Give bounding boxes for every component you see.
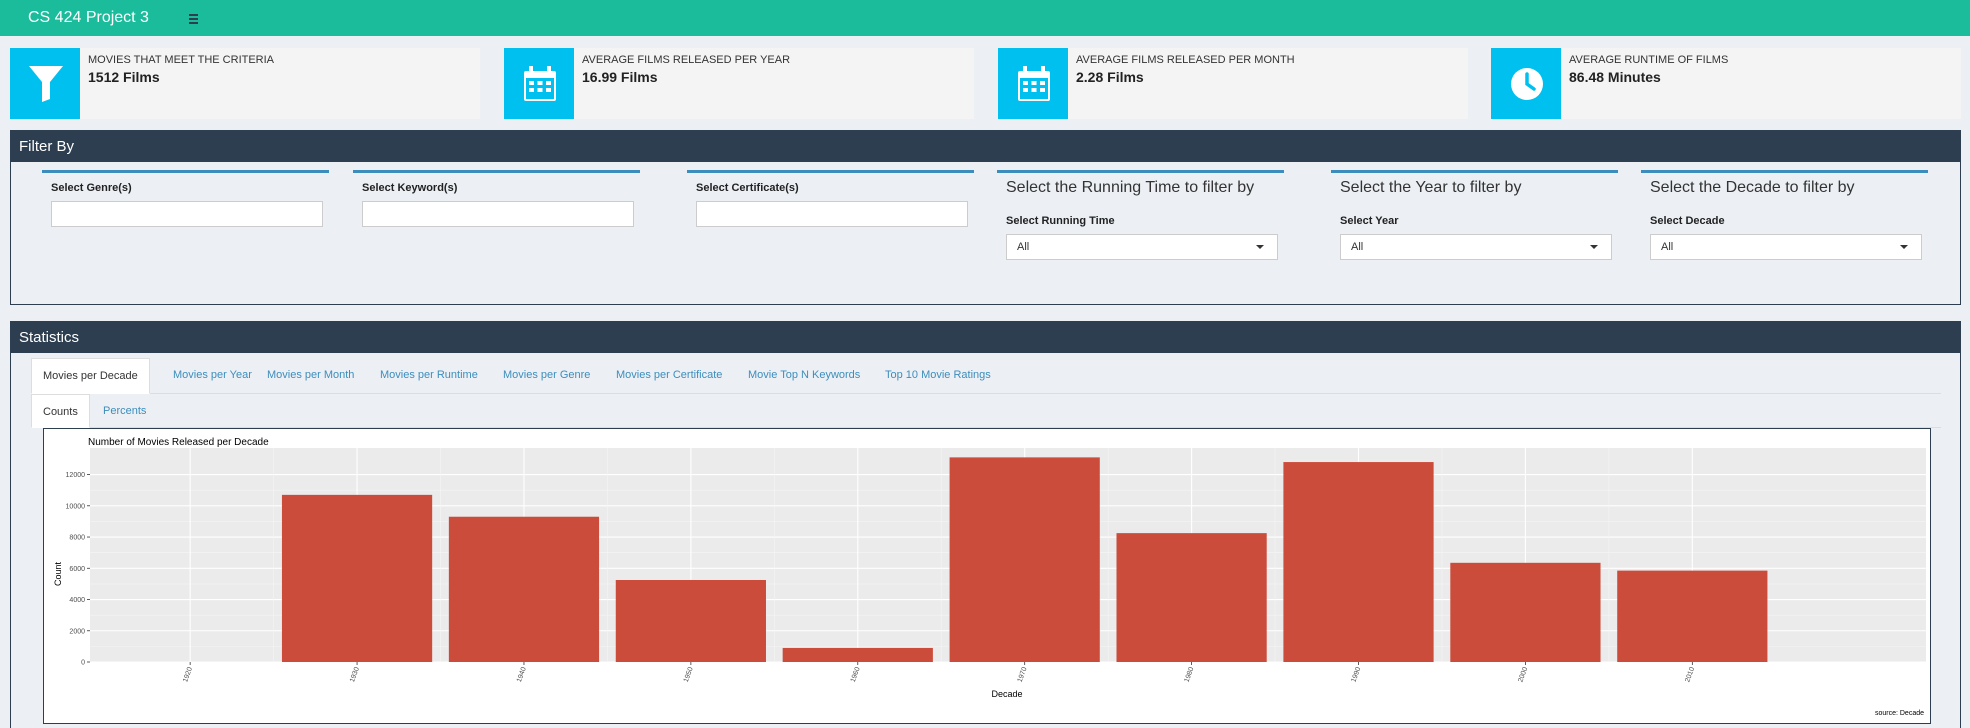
info-box-value: 1512 Films bbox=[88, 69, 160, 85]
bar-1950 bbox=[615, 579, 766, 662]
app-title: CS 424 Project 3 bbox=[28, 9, 149, 26]
keyword-label: Select Keyword(s) bbox=[362, 182, 458, 194]
caret-down-icon bbox=[1590, 245, 1598, 249]
y-tick-label: 8000 bbox=[69, 535, 85, 542]
statistics-tabs: Movies per Decade Movies per Year Movies… bbox=[31, 358, 1941, 394]
statistics-subtabs: Counts Percents bbox=[31, 394, 1941, 428]
decade-chart-svg: 0 2000 4000 6000 8000 10000 12000 1920 1930 1940 1… bbox=[53, 437, 1926, 717]
statistics-panel-header: Statistics bbox=[11, 322, 1960, 353]
decade-label: Select Decade bbox=[1650, 215, 1725, 227]
tab-movies-per-runtime[interactable]: Movies per Runtime bbox=[380, 358, 478, 394]
filter-panel-header: Filter By bbox=[11, 131, 1960, 162]
certificate-filter: Select Certificate(s) bbox=[687, 170, 974, 260]
x-tick-label: 1970 bbox=[1017, 666, 1029, 683]
clock-icon bbox=[1491, 48, 1561, 119]
year-select-value: All bbox=[1351, 241, 1364, 253]
chart-caption: source: Decade bbox=[1875, 710, 1924, 717]
x-axis-title: Decade bbox=[991, 689, 1022, 699]
bar-1940 bbox=[448, 516, 600, 662]
tab-top-10-movie-ratings[interactable]: Top 10 Movie Ratings bbox=[885, 358, 991, 394]
caret-down-icon bbox=[1900, 245, 1908, 249]
y-tick-label: 0 bbox=[81, 660, 85, 667]
tab-movies-per-month[interactable]: Movies per Month bbox=[267, 358, 354, 394]
tab-counts[interactable]: Counts bbox=[31, 394, 90, 428]
info-box-label: MOVIES THAT MEET THE CRITERIA bbox=[88, 54, 275, 66]
caret-down-icon bbox=[1256, 245, 1264, 249]
y-tick-label: 4000 bbox=[69, 597, 85, 604]
info-box-average-runtime: AVERAGE RUNTIME OF FILMS 86.48 Minutes bbox=[1491, 48, 1961, 119]
bar-1930 bbox=[281, 494, 433, 662]
info-box-label: AVERAGE FILMS RELEASED PER MONTH bbox=[1076, 54, 1295, 66]
y-tick-label: 12000 bbox=[66, 472, 86, 479]
tab-movies-per-genre[interactable]: Movies per Genre bbox=[503, 358, 590, 394]
filter-icon bbox=[10, 48, 80, 119]
info-box-value: 16.99 Films bbox=[582, 69, 658, 85]
runtime-select-value: All bbox=[1017, 241, 1030, 253]
x-tick-label: 1960 bbox=[850, 666, 862, 683]
keyword-filter: Select Keyword(s) bbox=[353, 170, 640, 260]
runtime-heading: Select the Running Time to filter by bbox=[1006, 179, 1255, 196]
filter-panel-title: Filter By bbox=[19, 138, 75, 155]
x-tick-label: 1980 bbox=[1184, 666, 1196, 683]
decade-select[interactable]: All bbox=[1650, 234, 1922, 260]
x-tick-label: 1920 bbox=[182, 666, 194, 683]
decade-heading: Select the Decade to filter by bbox=[1650, 179, 1855, 196]
statistics-panel: Statistics Movies per Decade Movies per … bbox=[10, 321, 1961, 728]
x-tick-label: 2000 bbox=[1517, 666, 1529, 683]
genre-filter: Select Genre(s) bbox=[42, 170, 329, 260]
y-tick-label: 10000 bbox=[66, 503, 86, 510]
genre-input[interactable] bbox=[51, 201, 323, 227]
x-tick-label: 2010 bbox=[1684, 666, 1696, 683]
chart-title: Number of Movies Released per Decade bbox=[88, 437, 269, 448]
info-box-value: 2.28 Films bbox=[1076, 69, 1144, 85]
bar-2000 bbox=[1450, 562, 1601, 662]
bar-1980 bbox=[1116, 533, 1267, 662]
bar-1970 bbox=[949, 457, 1100, 662]
x-tick-label: 1940 bbox=[516, 666, 528, 683]
y-tick-label: 2000 bbox=[69, 628, 85, 635]
hamburger-icon[interactable] bbox=[187, 8, 201, 28]
calendar-icon bbox=[504, 48, 574, 119]
tab-movies-per-certificate[interactable]: Movies per Certificate bbox=[616, 358, 722, 394]
runtime-select[interactable]: All bbox=[1006, 234, 1278, 260]
info-box-label: AVERAGE FILMS RELEASED PER YEAR bbox=[582, 54, 791, 66]
decade-select-value: All bbox=[1661, 241, 1674, 253]
tab-movie-top-n-keywords[interactable]: Movie Top N Keywords bbox=[748, 358, 860, 394]
top-navbar: CS 424 Project 3 bbox=[0, 0, 1970, 36]
tab-movies-per-decade[interactable]: Movies per Decade bbox=[31, 358, 150, 394]
bar-1990 bbox=[1283, 462, 1434, 662]
runtime-filter: Select the Running Time to filter by Sel… bbox=[997, 170, 1284, 260]
tab-percents[interactable]: Percents bbox=[103, 394, 146, 428]
info-box-value: 86.48 Minutes bbox=[1569, 69, 1661, 85]
year-heading: Select the Year to filter by bbox=[1340, 179, 1522, 196]
info-box-films-per-year: AVERAGE FILMS RELEASED PER YEAR 16.99 Fi… bbox=[504, 48, 974, 119]
y-tick-label: 6000 bbox=[69, 566, 85, 573]
info-box-movies-criteria: MOVIES THAT MEET THE CRITERIA 1512 Films bbox=[10, 48, 480, 119]
runtime-label: Select Running Time bbox=[1006, 215, 1115, 227]
filter-panel: Filter By Select Genre(s) Select Keyword… bbox=[10, 130, 1961, 305]
calendar-icon bbox=[998, 48, 1068, 119]
statistics-panel-title: Statistics bbox=[19, 329, 80, 346]
x-tick-label: 1990 bbox=[1350, 666, 1362, 683]
bar-2010 bbox=[1617, 570, 1768, 662]
info-box-films-per-month: AVERAGE FILMS RELEASED PER MONTH 2.28 Fi… bbox=[998, 48, 1468, 119]
info-box-label: AVERAGE RUNTIME OF FILMS bbox=[1569, 54, 1729, 66]
certificate-label: Select Certificate(s) bbox=[696, 182, 799, 194]
bar-1960 bbox=[782, 647, 933, 662]
x-tick-label: 1950 bbox=[683, 666, 695, 683]
year-label: Select Year bbox=[1340, 215, 1399, 227]
decade-chart: 0 2000 4000 6000 8000 10000 12000 1920 1930 1940 1… bbox=[43, 428, 1931, 724]
certificate-input[interactable] bbox=[696, 201, 968, 227]
decade-filter: Select the Decade to filter by Select De… bbox=[1641, 170, 1928, 260]
genre-label: Select Genre(s) bbox=[51, 182, 132, 194]
x-tick-label: 1930 bbox=[349, 666, 361, 683]
year-select[interactable]: All bbox=[1340, 234, 1612, 260]
tab-movies-per-year[interactable]: Movies per Year bbox=[173, 358, 252, 394]
keyword-input[interactable] bbox=[362, 201, 634, 227]
year-filter: Select the Year to filter by Select Year… bbox=[1331, 170, 1618, 260]
y-axis-title: Count bbox=[53, 562, 63, 587]
